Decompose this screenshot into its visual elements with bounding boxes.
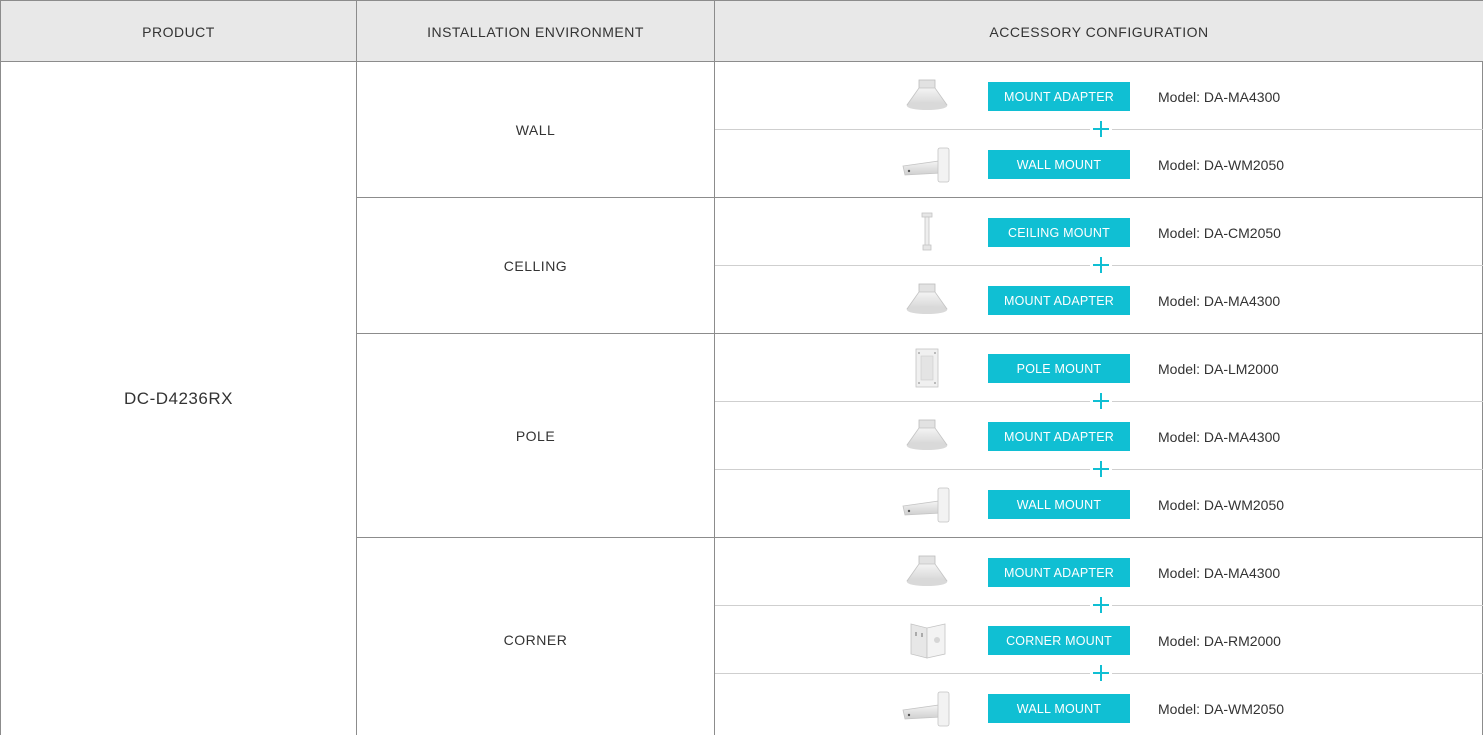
mount-adapter-icon (899, 76, 955, 116)
mount-adapter-icon (899, 552, 955, 592)
accessory-badge: CORNER MOUNT (988, 626, 1130, 655)
accessory-badge: MOUNT ADAPTER (988, 422, 1130, 451)
corner-mount-icon (899, 620, 955, 660)
mount-adapter-icon (899, 416, 955, 456)
accessory-row: WALL MOUNT Model: DA-WM2050 (715, 674, 1483, 742)
wall-mount-icon (899, 484, 955, 524)
header-environment: INSTALLATION ENVIRONMENT (356, 1, 714, 62)
accessory-badge: MOUNT ADAPTER (988, 82, 1130, 111)
accessory-model: Model: DA-CM2050 (1158, 224, 1281, 241)
pole-mount-icon (899, 348, 955, 388)
table-header: PRODUCT INSTALLATION ENVIRONMENT ACCESSO… (1, 0, 1483, 62)
accessory-model: Model: DA-MA4300 (1158, 292, 1281, 309)
accessory-model: Model: DA-MA4300 (1158, 428, 1281, 445)
accessory-model: Model: DA-LM2000 (1158, 360, 1279, 377)
accessory-badge: WALL MOUNT (988, 150, 1130, 179)
accessory-badge: POLE MOUNT (988, 354, 1130, 383)
environment-corner: CORNER (503, 632, 568, 648)
accessory-row: WALL MOUNT Model: DA-WM2050 (715, 130, 1483, 198)
environment-wall: WALL (515, 122, 556, 138)
accessory-model: Model: DA-WM2050 (1158, 700, 1285, 717)
accessory-badge: MOUNT ADAPTER (988, 558, 1130, 587)
accessory-model: Model: DA-WM2050 (1158, 156, 1285, 173)
mount-adapter-icon (899, 280, 955, 320)
environment-celling: CELLING (503, 258, 568, 274)
accessory-model: Model: DA-RM2000 (1158, 632, 1281, 649)
accessory-model: Model: DA-MA4300 (1158, 88, 1281, 105)
accessory-model: Model: DA-MA4300 (1158, 564, 1281, 581)
wall-mount-icon (899, 144, 955, 184)
header-accessory: ACCESSORY CONFIGURATION (714, 1, 1483, 62)
wall-mount-icon (899, 688, 955, 728)
ceiling-mount-icon (899, 212, 955, 252)
accessory-table: PRODUCT INSTALLATION ENVIRONMENT ACCESSO… (0, 0, 1483, 735)
environment-pole: POLE (515, 428, 556, 444)
accessory-badge: CEILING MOUNT (988, 218, 1130, 247)
accessory-badge: WALL MOUNT (988, 490, 1130, 519)
header-product: PRODUCT (142, 23, 215, 40)
product-name: DC-D4236RX (124, 388, 233, 408)
accessory-model: Model: DA-WM2050 (1158, 496, 1285, 513)
accessory-badge: MOUNT ADAPTER (988, 286, 1130, 315)
accessory-badge: WALL MOUNT (988, 694, 1130, 723)
accessory-row: MOUNT ADAPTER Model: DA-MA4300 (715, 266, 1483, 334)
accessory-row: WALL MOUNT Model: DA-WM2050 (715, 470, 1483, 538)
